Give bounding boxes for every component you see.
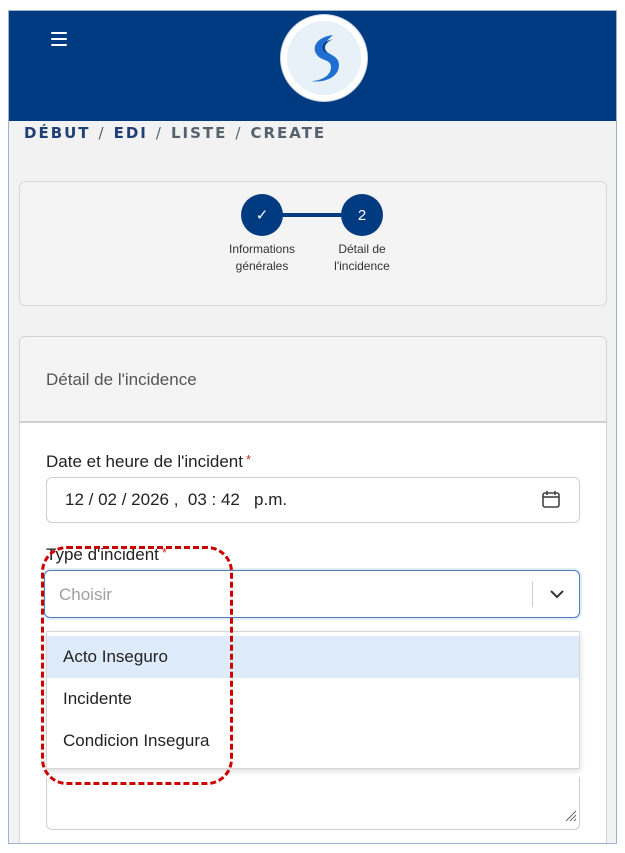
step-2-number: 2 (357, 206, 367, 224)
step-2-label-line1: Détail de (338, 242, 386, 256)
incident-type-placeholder: Choisir (59, 585, 112, 604)
datetime-input[interactable]: 12 / 02 / 2026 , 03 : 42 p.m. (46, 477, 580, 523)
breadcrumb-create: CREATE (250, 124, 327, 142)
description-textarea[interactable] (46, 777, 580, 830)
breadcrumb-separator: / (155, 124, 163, 142)
option-label: Condicion Insegura (63, 731, 210, 750)
breadcrumb: DÉBUT / EDI / LISTE / CREATE (24, 124, 326, 142)
datetime-label-text: Date et heure de l'incident (46, 452, 243, 471)
required-mark: * (161, 545, 167, 560)
option-label: Incidente (63, 689, 132, 708)
form-title: Détail de l'incidence (46, 370, 197, 389)
step-2-label-line2: l'incidence (334, 259, 390, 273)
calendar-icon[interactable] (541, 489, 561, 514)
incident-type-label: Type d'incident * (46, 545, 167, 565)
step-1-label: Informations générales (207, 241, 317, 275)
form-card-header: Détail de l'incidence (20, 337, 606, 423)
incident-type-select[interactable]: Choisir (44, 570, 580, 618)
brand-logo[interactable] (281, 15, 367, 101)
datetime-label: Date et heure de l'incident * (46, 452, 251, 472)
hamburger-menu-icon[interactable] (49, 29, 73, 53)
breadcrumb-edi[interactable]: EDI (114, 124, 148, 142)
logo-swirl-icon (311, 35, 339, 82)
chevron-down-icon[interactable] (549, 587, 565, 605)
app-header (9, 11, 616, 121)
step-1-label-line2: générales (235, 259, 289, 273)
step-2-label: Détail de l'incidence (307, 241, 417, 275)
check-icon: ✓ (255, 207, 269, 224)
option-acto-inseguro[interactable]: Acto Inseguro (47, 636, 579, 678)
breadcrumb-separator: / (98, 124, 106, 142)
resize-handle-icon[interactable] (563, 808, 577, 827)
breadcrumb-separator: / (235, 124, 243, 142)
required-mark: * (246, 452, 252, 467)
option-condicion-insegura[interactable]: Condicion Insegura (47, 720, 579, 762)
select-divider (532, 581, 533, 607)
app-frame: DÉBUT / EDI / LISTE / CREATE ✓ 2 Informations … (8, 10, 617, 844)
incident-type-label-text: Type d'incident (46, 545, 159, 564)
step-1-label-line1: Informations (228, 242, 296, 256)
breadcrumb-liste[interactable]: LISTE (171, 124, 227, 142)
option-incidente[interactable]: Incidente (47, 678, 579, 720)
datetime-value[interactable]: 12 / 02 / 2026 , 03 : 42 p.m. (65, 490, 287, 510)
step-1-circle[interactable]: ✓ (241, 194, 283, 236)
incident-type-options: Acto Inseguro Incidente Condicion Insegu… (46, 631, 580, 769)
option-label: Acto Inseguro (63, 647, 168, 666)
form-card: Détail de l'incidence Date et heure de l… (19, 336, 607, 843)
breadcrumb-debut[interactable]: DÉBUT (24, 124, 91, 142)
step-2-circle[interactable]: 2 (341, 194, 383, 236)
stepper-connector (281, 213, 343, 217)
